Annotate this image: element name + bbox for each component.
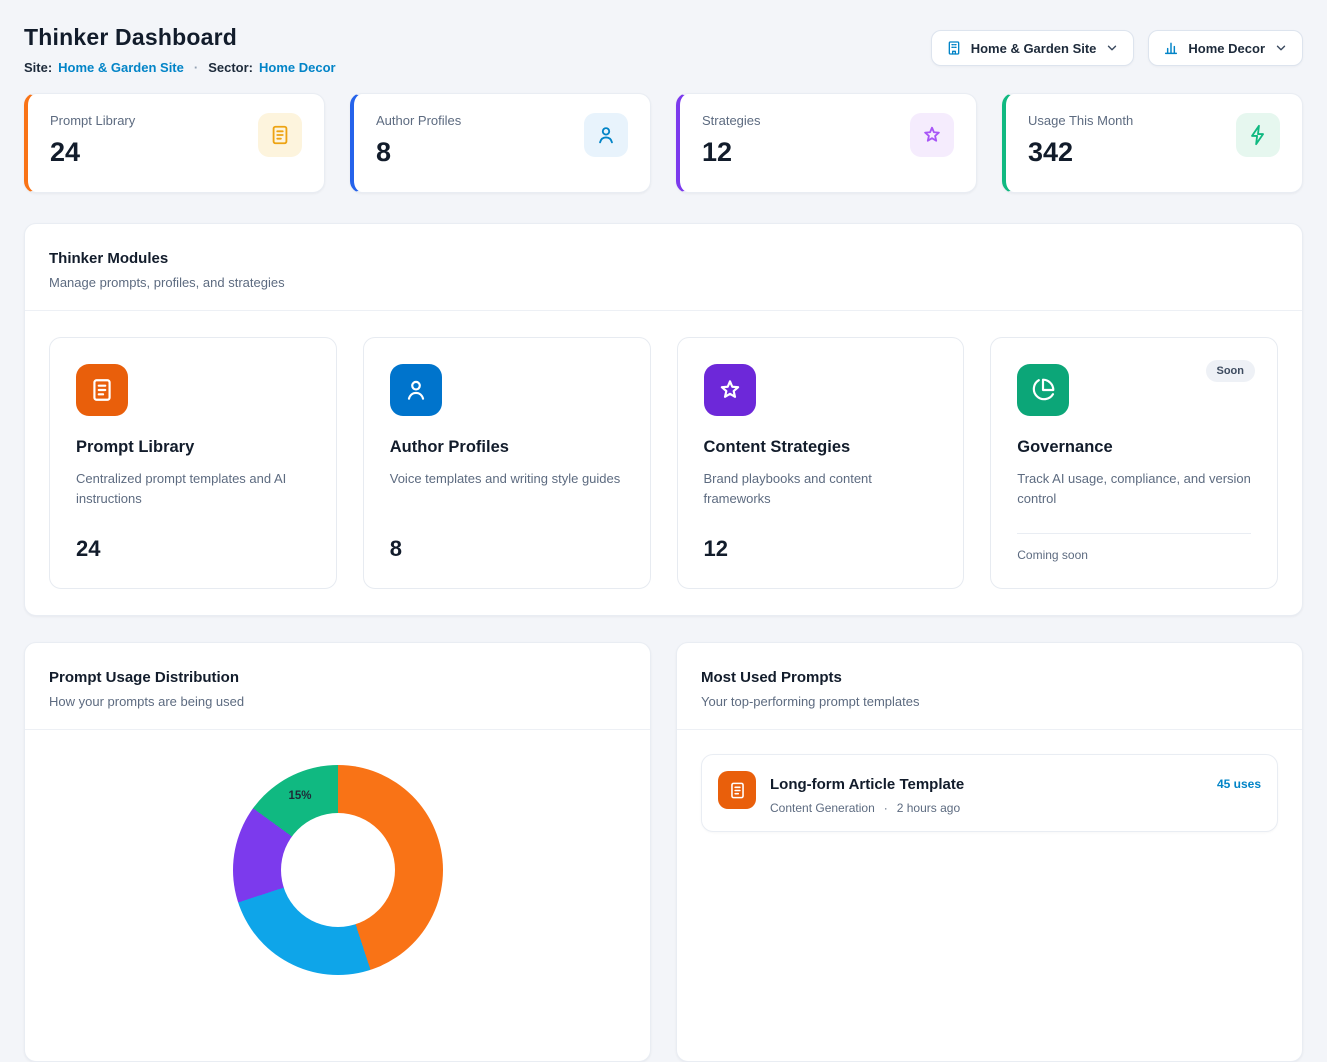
stat-text: Author Profiles 8 bbox=[376, 113, 461, 173]
stat-text: Strategies 12 bbox=[702, 113, 761, 173]
stat-value: 8 bbox=[376, 137, 461, 168]
stat-card-usage: Usage This Month 342 bbox=[1002, 93, 1303, 193]
soon-badge: Soon bbox=[1206, 360, 1256, 382]
donut-chart-area: 15% bbox=[25, 730, 650, 975]
sparkle-star-icon bbox=[704, 364, 756, 416]
modules-subtitle: Manage prompts, profiles, and strategies bbox=[49, 275, 1278, 290]
prompt-usage-card: Prompt Usage Distribution How your promp… bbox=[24, 642, 651, 1062]
usage-header: Prompt Usage Distribution How your promp… bbox=[25, 643, 650, 730]
module-description: Track AI usage, compliance, and version … bbox=[1017, 469, 1251, 509]
sector-selector-dropdown[interactable]: Home Decor bbox=[1148, 30, 1303, 66]
modules-grid: Prompt Library Centralized prompt templa… bbox=[25, 311, 1302, 615]
stat-label: Usage This Month bbox=[1028, 113, 1133, 128]
module-card-governance[interactable]: Soon Governance Track AI usage, complian… bbox=[990, 337, 1278, 589]
stats-row: Prompt Library 24 Author Profiles 8 Stra… bbox=[24, 93, 1303, 193]
donut-chart: 15% bbox=[233, 765, 443, 975]
header-controls: Home & Garden Site Home Decor bbox=[931, 24, 1303, 66]
module-count: 24 bbox=[76, 536, 310, 562]
bottom-row: Prompt Usage Distribution How your promp… bbox=[24, 642, 1303, 1062]
site-selector-label: Home & Garden Site bbox=[971, 41, 1097, 56]
site-label: Site: bbox=[24, 60, 52, 75]
module-description: Voice templates and writing style guides bbox=[390, 469, 624, 489]
sector-label: Sector: bbox=[208, 60, 253, 75]
sector-selector-label: Home Decor bbox=[1188, 41, 1265, 56]
coming-soon-label: Coming soon bbox=[1017, 533, 1251, 562]
separator-dot: · bbox=[884, 801, 888, 815]
module-count: 12 bbox=[704, 536, 938, 562]
stat-card-strategies: Strategies 12 bbox=[676, 93, 977, 193]
breadcrumb: Site: Home & Garden Site · Sector: Home … bbox=[24, 60, 336, 75]
page-header: Thinker Dashboard Site: Home & Garden Si… bbox=[24, 24, 1303, 75]
stat-value: 342 bbox=[1028, 137, 1133, 168]
module-title: Governance bbox=[1017, 438, 1251, 457]
donut-slice-label: 15% bbox=[289, 790, 312, 802]
sector-link[interactable]: Home Decor bbox=[259, 60, 336, 75]
stat-card-prompt-library: Prompt Library 24 bbox=[24, 93, 325, 193]
separator-dot: · bbox=[194, 60, 198, 75]
module-title: Author Profiles bbox=[390, 438, 624, 457]
donut-hole bbox=[281, 813, 395, 927]
most-used-subtitle: Your top-performing prompt templates bbox=[701, 694, 1278, 709]
stat-value: 24 bbox=[50, 137, 135, 168]
stat-text: Prompt Library 24 bbox=[50, 113, 135, 173]
modules-header: Thinker Modules Manage prompts, profiles… bbox=[25, 224, 1302, 311]
prompt-uses-badge: 45 uses bbox=[1217, 771, 1261, 791]
module-card-content-strategies[interactable]: Content Strategies Brand playbooks and c… bbox=[677, 337, 965, 589]
site-link[interactable]: Home & Garden Site bbox=[58, 60, 184, 75]
document-icon bbox=[718, 771, 756, 809]
document-icon bbox=[76, 364, 128, 416]
chevron-down-icon bbox=[1105, 41, 1119, 55]
most-used-header: Most Used Prompts Your top-performing pr… bbox=[677, 643, 1302, 730]
module-title: Prompt Library bbox=[76, 438, 310, 457]
module-card-prompt-library[interactable]: Prompt Library Centralized prompt templa… bbox=[49, 337, 337, 589]
prompt-time: 2 hours ago bbox=[897, 801, 960, 815]
stat-value: 12 bbox=[702, 137, 761, 168]
stat-label: Author Profiles bbox=[376, 113, 461, 128]
module-card-author-profiles[interactable]: Author Profiles Voice templates and writ… bbox=[363, 337, 651, 589]
usage-subtitle: How your prompts are being used bbox=[49, 694, 626, 709]
dashboard-page: Thinker Dashboard Site: Home & Garden Si… bbox=[0, 0, 1327, 826]
prompt-list-item[interactable]: Long-form Article Template Content Gener… bbox=[701, 754, 1278, 832]
chevron-down-icon bbox=[1274, 41, 1288, 55]
most-used-title: Most Used Prompts bbox=[701, 669, 1278, 686]
site-selector-dropdown[interactable]: Home & Garden Site bbox=[931, 30, 1135, 66]
page-title: Thinker Dashboard bbox=[24, 24, 336, 51]
prompt-item-title: Long-form Article Template bbox=[770, 776, 1203, 793]
stat-text: Usage This Month 342 bbox=[1028, 113, 1133, 173]
stat-label: Prompt Library bbox=[50, 113, 135, 128]
header-left: Thinker Dashboard Site: Home & Garden Si… bbox=[24, 24, 336, 75]
module-count: 8 bbox=[390, 536, 624, 562]
stat-card-author-profiles: Author Profiles 8 bbox=[350, 93, 651, 193]
bar-chart-icon bbox=[1163, 40, 1179, 56]
pie-chart-icon bbox=[1017, 364, 1069, 416]
module-description: Brand playbooks and content frameworks bbox=[704, 469, 938, 509]
stat-label: Strategies bbox=[702, 113, 761, 128]
user-icon bbox=[584, 113, 628, 157]
thinker-modules-panel: Thinker Modules Manage prompts, profiles… bbox=[24, 223, 1303, 616]
most-used-prompts-card: Most Used Prompts Your top-performing pr… bbox=[676, 642, 1303, 1062]
lightning-icon bbox=[1236, 113, 1280, 157]
user-icon bbox=[390, 364, 442, 416]
document-icon bbox=[258, 113, 302, 157]
building-icon bbox=[946, 40, 962, 56]
module-title: Content Strategies bbox=[704, 438, 938, 457]
modules-title: Thinker Modules bbox=[49, 250, 1278, 267]
prompt-item-meta: Content Generation · 2 hours ago bbox=[770, 801, 1203, 815]
sparkle-star-icon bbox=[910, 113, 954, 157]
module-description: Centralized prompt templates and AI inst… bbox=[76, 469, 310, 509]
prompt-item-body: Long-form Article Template Content Gener… bbox=[770, 771, 1203, 815]
usage-title: Prompt Usage Distribution bbox=[49, 669, 626, 686]
prompt-category: Content Generation bbox=[770, 801, 875, 815]
